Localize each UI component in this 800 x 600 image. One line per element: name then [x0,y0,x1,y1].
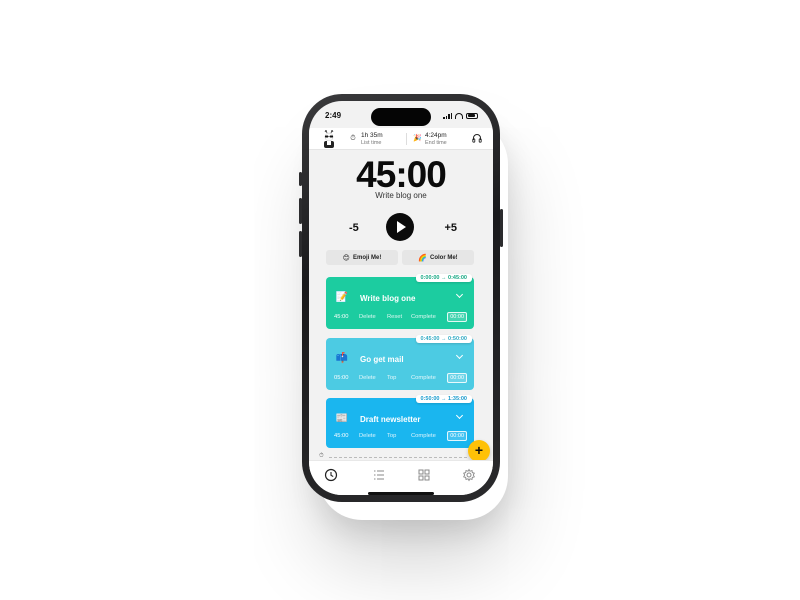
emoji-me-button[interactable]: 😊 Emoji Me! [326,250,398,265]
chevron-down-icon[interactable] [455,290,464,299]
list-time-value: 1h 35m [361,132,383,139]
task-card[interactable]: 0:00:00 → 0:45:00 📝 Write blog one 45:00… [326,274,474,329]
current-task-title: Write blog one [375,191,427,200]
color-me-button[interactable]: 🌈 Color Me! [402,250,474,265]
llama-avatar-icon[interactable] [321,130,337,148]
dynamic-island [371,108,431,126]
emoji-me-label: Emoji Me! [352,254,382,261]
battery-icon [466,112,478,119]
task-emoji-icon[interactable]: 📰 [335,412,349,426]
timer-icon: ⏱ [350,135,356,142]
status-time: 2:49 [325,111,342,120]
task-name: Go get mail [360,355,404,364]
wifi-icon [455,112,463,119]
task-time-range: 0:50:00 → 1:35:00 [415,395,472,403]
task-actions-row: 05:00 Delete Top Complete 00:00 [334,373,467,383]
header-divider [406,133,407,145]
headphones-icon[interactable] [472,133,482,143]
task-card[interactable]: 0:45:00 → 0:50:00 📫 Go get mail 05:00 De… [326,335,474,390]
smiley-icon: 😊 [342,254,350,262]
reset-button[interactable]: Reset [387,314,411,320]
phone-frame: 2:49 ⏱ 1h 35m List time 🎉 4:24pm End tim… [299,94,503,502]
minus-five-button[interactable]: -5 [349,222,359,234]
task-emoji-icon[interactable]: 📫 [335,352,349,366]
dashed-line [329,457,467,458]
task-duration[interactable]: 45:00 [334,433,359,439]
clock-icon[interactable] [324,468,338,482]
countdown-display: 45:00 [356,154,447,195]
chevron-down-icon[interactable] [455,351,464,360]
action-pills: 😊 Emoji Me! 🌈 Color Me! [326,250,474,265]
end-time-value: 4:24pm [425,132,447,139]
home-indicator [368,492,434,495]
top-button[interactable]: Top [387,433,411,439]
task-card[interactable]: 0:50:00 → 1:35:00 📰 Draft newsletter 45:… [326,395,474,448]
task-name: Draft newsletter [360,415,421,424]
settings-icon[interactable] [462,468,476,482]
elapsed-time-box: 00:00 [447,431,467,441]
tab-bar [309,460,493,495]
status-icons [443,112,478,119]
complete-button[interactable]: Complete [411,375,447,381]
add-task-button[interactable]: + [468,440,490,462]
cellular-signal-icon [443,112,452,119]
elapsed-time-box: 00:00 [447,312,467,322]
task-time-range: 0:00:00 → 0:45:00 [415,274,472,282]
delete-button[interactable]: Delete [359,314,387,320]
stopwatch-icon: ⏱ [319,453,324,459]
app-header: ⏱ 1h 35m List time 🎉 4:24pm End time [309,128,493,150]
color-me-label: Color Me! [430,254,458,261]
action-button [299,172,302,186]
task-actions-row: 45:00 Delete Top Complete 00:00 [334,431,467,441]
phone-screen: 2:49 ⏱ 1h 35m List time 🎉 4:24pm End tim… [309,101,493,495]
rainbow-icon: 🌈 [418,254,428,262]
chevron-down-icon[interactable] [455,411,464,420]
complete-button[interactable]: Complete [411,433,447,439]
task-time-range: 0:45:00 → 0:50:00 [415,335,472,343]
grid-icon[interactable] [417,468,431,482]
task-duration[interactable]: 05:00 [334,375,359,381]
task-duration[interactable]: 45:00 [334,314,359,320]
complete-button[interactable]: Complete [411,314,447,320]
list-icon[interactable] [372,468,386,482]
party-popper-icon: 🎉 [413,135,422,142]
task-emoji-icon[interactable]: 📝 [335,291,349,305]
end-time-label: End time [425,140,447,146]
power-button [500,209,503,247]
volume-down-button [299,231,302,257]
timer-controls: -5 +5 [309,213,493,243]
list-time-stat: ⏱ 1h 35m List time [349,132,383,146]
end-time-stat: 🎉 4:24pm End time [413,132,447,146]
volume-up-button [299,198,302,224]
task-name: Write blog one [360,294,416,303]
delete-button[interactable]: Delete [359,433,387,439]
plus-five-button[interactable]: +5 [444,222,457,234]
delete-button[interactable]: Delete [359,375,387,381]
play-button[interactable] [386,213,414,241]
task-actions-row: 45:00 Delete Reset Complete 00:00 [334,312,467,322]
top-button[interactable]: Top [387,375,411,381]
list-time-label: List time [361,140,382,146]
elapsed-time-box: 00:00 [447,373,467,383]
